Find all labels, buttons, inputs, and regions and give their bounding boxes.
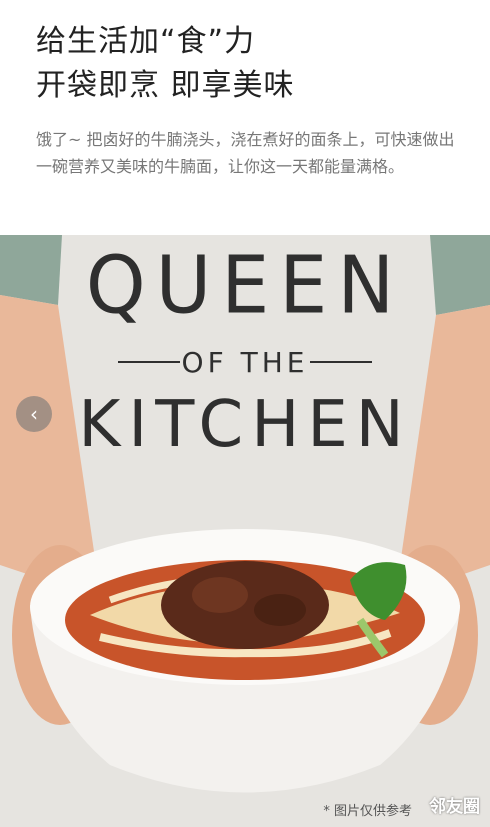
apron-text-kitchen: KITCHEN <box>78 388 412 462</box>
watermark: 邻友圈 <box>429 797 480 817</box>
carousel-prev-button[interactable]: ‹ <box>16 396 52 432</box>
hero-text: 给生活加“食”力 开袋即烹 即享美味 <box>36 20 466 108</box>
product-photo: QUEEN OF THE KITCHEN ‹ * 图片仅供参考 邻友圈 <box>0 235 490 827</box>
beef-chunk <box>254 594 306 626</box>
headline-line-1: 给生活加“食”力 <box>36 24 256 59</box>
image-disclaimer: * 图片仅供参考 <box>323 804 412 819</box>
apron-text-queen: QUEEN <box>85 237 405 332</box>
product-description: 饿了~ 把卤好的牛腩浇头，浇在煮好的面条上，可快速做出一碗营养又美味的牛腩面，让… <box>36 130 455 176</box>
beef-chunk <box>192 577 248 613</box>
apron-text-of-the: OF THE <box>181 346 309 379</box>
headline-line-2: 开袋即烹 即享美味 <box>36 68 295 103</box>
apron-divider-right <box>310 361 372 363</box>
